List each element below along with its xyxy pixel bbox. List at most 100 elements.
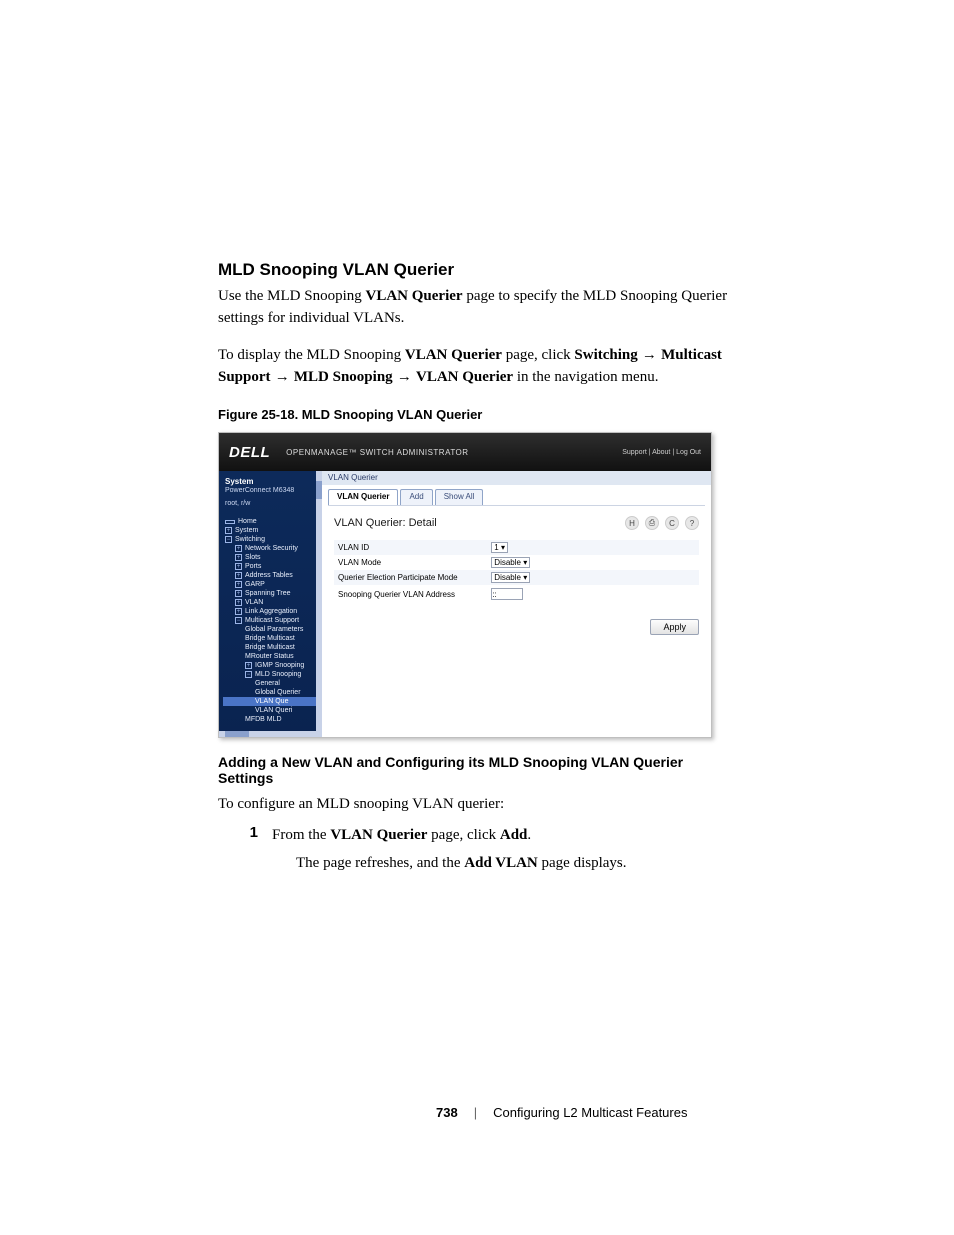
scroll-thumb[interactable] (316, 481, 322, 499)
tree-label: Slots (245, 554, 261, 561)
text-bold: Add (500, 827, 528, 843)
tree-item-igmp[interactable]: +IGMP Snooping (223, 661, 322, 670)
tree-label: Global Querier (255, 689, 301, 696)
nav-sidebar: System PowerConnect M6348 root, r/w Home… (219, 471, 322, 737)
tree-label: Address Tables (245, 572, 293, 579)
qep-mode-select[interactable]: Disable ▾ (491, 572, 530, 583)
tab-vlan-querier[interactable]: VLAN Querier (328, 489, 398, 505)
expand-icon[interactable]: + (235, 572, 242, 579)
tree-item-globparam[interactable]: Global Parameters (223, 625, 322, 634)
figure-caption: Figure 25-18. MLD Snooping VLAN Querier (218, 407, 736, 422)
tree-label: Spanning Tree (245, 590, 291, 597)
tree-item-mld[interactable]: −MLD Snooping (223, 670, 322, 679)
device-name: PowerConnect M6348 (219, 487, 322, 500)
tree-label: Bridge Multicast (245, 644, 295, 651)
action-icons: H ⎙ C ? (625, 516, 699, 530)
tree-item-bridgemc[interactable]: Bridge Multicast (223, 634, 322, 643)
text-bold: Add VLAN (464, 855, 538, 871)
text-bold: VLAN Querier (366, 288, 463, 304)
tree-label: VLAN Que (255, 698, 288, 705)
tree-label: MLD Snooping (255, 671, 301, 678)
detail-panel: VLAN Querier: Detail H ⎙ C ? VLAN ID 1 ▾ (328, 505, 705, 613)
tree-label: VLAN Queri (255, 707, 292, 714)
expand-icon[interactable]: + (235, 581, 242, 588)
field-label: VLAN Mode (334, 555, 487, 570)
collapse-icon[interactable]: − (235, 617, 242, 624)
expand-icon[interactable]: + (235, 590, 242, 597)
sidebar-scrollbar[interactable] (316, 471, 322, 737)
collapse-icon[interactable]: − (245, 671, 252, 678)
tree-item-mrouter[interactable]: MRouter Status (223, 652, 322, 661)
tree-label: Ports (245, 563, 261, 570)
print-icon[interactable]: ⎙ (645, 516, 659, 530)
expand-icon[interactable]: + (225, 527, 232, 534)
intro-step-paragraph: To configure an MLD snooping VLAN querie… (218, 794, 736, 816)
form-table: VLAN ID 1 ▾ VLAN Mode Disable ▾ Querier … (334, 540, 699, 603)
tree-item-switching[interactable]: −Switching (223, 535, 322, 544)
tree-item-system[interactable]: +System (223, 526, 322, 535)
arrow-icon: → (393, 368, 416, 385)
collapse-icon[interactable]: − (225, 536, 232, 543)
tab-add[interactable]: Add (400, 489, 432, 505)
page-footer: 738 | Configuring L2 Multicast Features (436, 1105, 687, 1120)
header-links[interactable]: Support | About | Log Out (622, 449, 701, 456)
ordered-steps: 1 From the VLAN Querier page, click Add.… (242, 824, 736, 875)
detail-title: VLAN Querier: Detail (334, 517, 437, 529)
field-value-cell (487, 585, 699, 603)
tree-item-home[interactable]: Home (223, 517, 322, 526)
subheading: Adding a New VLAN and Configuring its ML… (218, 754, 736, 786)
field-value-cell: Disable ▾ (487, 555, 699, 570)
app-title: OPENMANAGE™ SWITCH ADMINISTRATOR (286, 448, 468, 457)
text: page displays. (538, 855, 627, 871)
intro-paragraph: Use the MLD Snooping VLAN Querier page t… (218, 286, 736, 330)
expand-icon[interactable]: + (235, 563, 242, 570)
tab-show-all[interactable]: Show All (435, 489, 484, 505)
vlan-mode-select[interactable]: Disable ▾ (491, 557, 530, 568)
tree-item-bridgemc[interactable]: Bridge Multicast (223, 643, 322, 652)
screenshot: DELL OPENMANAGE™ SWITCH ADMINISTRATOR Su… (218, 432, 712, 738)
section-heading: MLD Snooping VLAN Querier (218, 260, 736, 280)
field-label: Snooping Querier VLAN Address (334, 585, 487, 603)
expand-icon[interactable]: + (235, 545, 242, 552)
save-icon[interactable]: H (625, 516, 639, 530)
footer-separator: | (474, 1105, 477, 1120)
refresh-icon[interactable]: C (665, 516, 679, 530)
tree-label: IGMP Snooping (255, 662, 304, 669)
tree-item-stp[interactable]: +Spanning Tree (223, 589, 322, 598)
expand-icon[interactable]: + (245, 662, 252, 669)
tree-item-vlanque-selected[interactable]: VLAN Que (223, 697, 322, 706)
tree-item-vlanquer[interactable]: VLAN Queri (223, 706, 322, 715)
field-value-cell: 1 ▾ (487, 540, 699, 555)
text: page, click (427, 827, 499, 843)
apply-button[interactable]: Apply (650, 619, 699, 635)
text-bold: VLAN Querier (405, 347, 502, 363)
tree-item-ports[interactable]: +Ports (223, 562, 322, 571)
dell-logo: DELL (229, 444, 270, 461)
page-number: 738 (436, 1105, 458, 1120)
expand-icon[interactable]: + (235, 608, 242, 615)
table-row: Querier Election Participate Mode Disabl… (334, 570, 699, 585)
tree-item-slots[interactable]: +Slots (223, 553, 322, 562)
tree-item-mcast[interactable]: −Multicast Support (223, 616, 322, 625)
sqva-input[interactable] (491, 588, 523, 600)
tree-item-general[interactable]: General (223, 679, 322, 688)
expand-icon[interactable]: + (235, 554, 242, 561)
tree-item-netsec[interactable]: +Network Security (223, 544, 322, 553)
sidebar-hscrollbar[interactable] (219, 731, 322, 737)
text: in the navigation menu. (513, 369, 658, 385)
tree-item-mfdb[interactable]: MFDB MLD (223, 715, 322, 724)
text: Use the MLD Snooping (218, 288, 366, 304)
select-value: Disable (494, 558, 521, 567)
tree-item-addrtbl[interactable]: +Address Tables (223, 571, 322, 580)
tree-item-garp[interactable]: +GARP (223, 580, 322, 589)
expand-icon[interactable]: + (235, 599, 242, 606)
select-value: Disable (494, 573, 521, 582)
tree-item-globalq[interactable]: Global Querier (223, 688, 322, 697)
scroll-thumb[interactable] (225, 731, 249, 737)
help-icon[interactable]: ? (685, 516, 699, 530)
vlan-id-select[interactable]: 1 ▾ (491, 542, 508, 553)
tree-item-linkagg[interactable]: +Link Aggregation (223, 607, 322, 616)
step-number: 1 (242, 824, 258, 847)
tree-item-vlan[interactable]: +VLAN (223, 598, 322, 607)
tree-label: MFDB MLD (245, 716, 282, 723)
